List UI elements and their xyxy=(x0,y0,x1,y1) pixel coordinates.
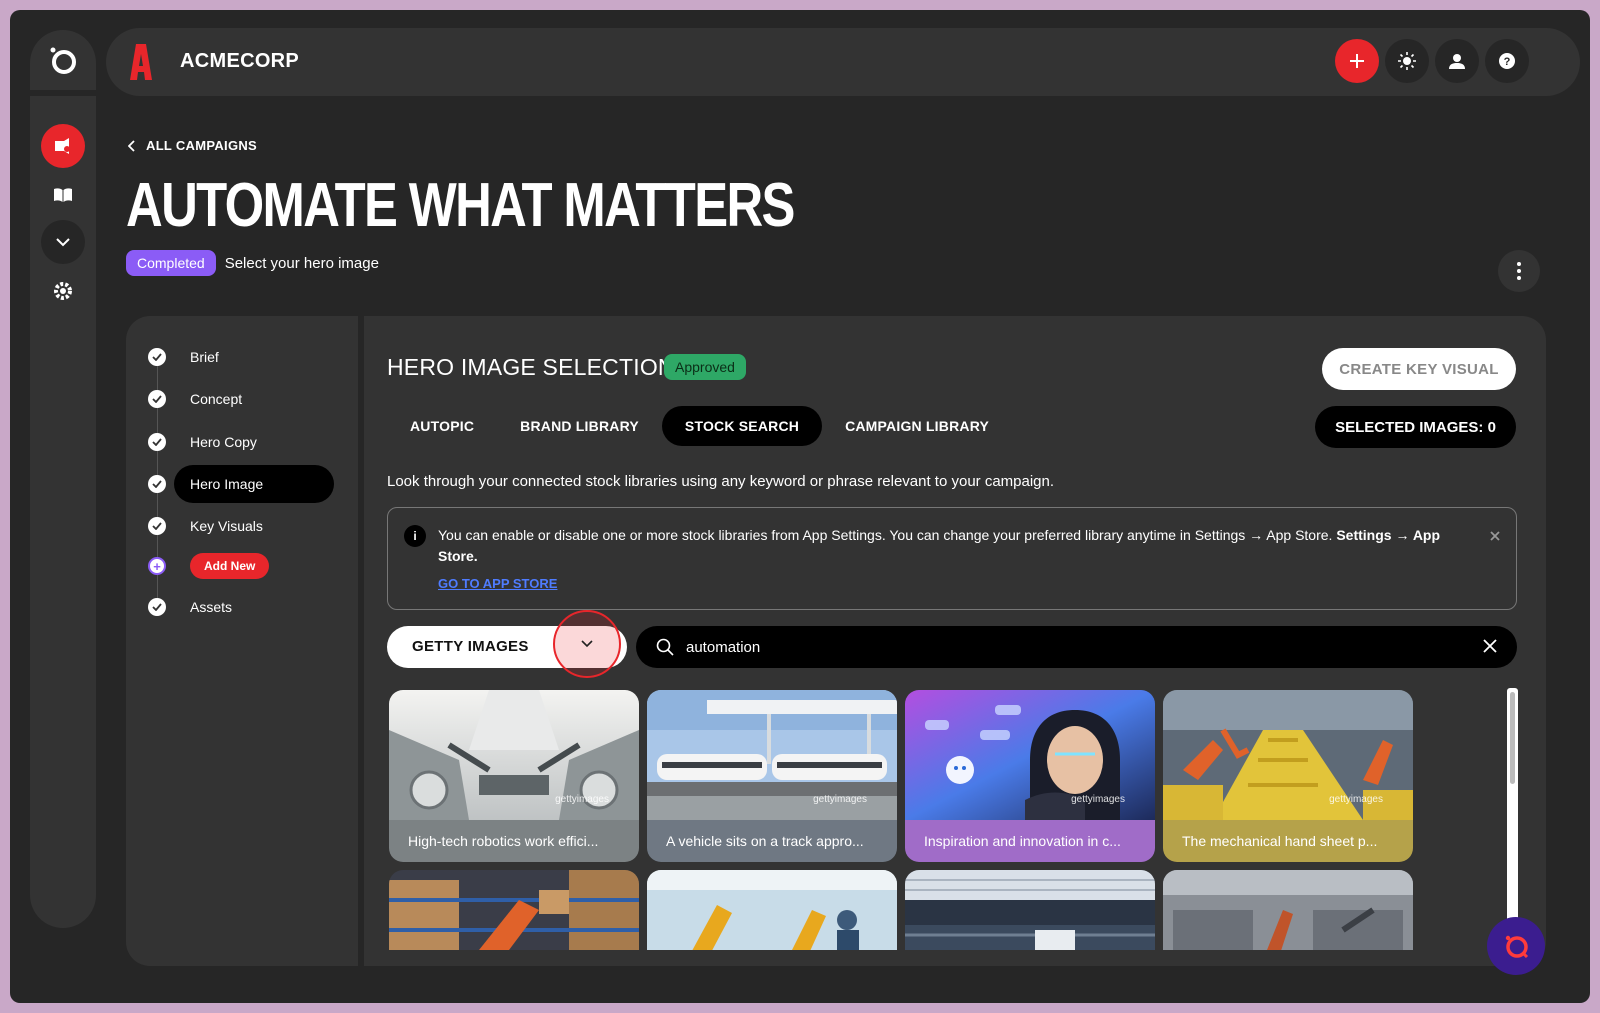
step-concept[interactable]: Concept xyxy=(148,381,242,417)
chevron-left-icon xyxy=(128,139,135,152)
result-caption: A vehicle sits on a track appro... xyxy=(647,820,897,862)
result-card[interactable]: A vehicle sits on a track appro... getty… xyxy=(647,690,897,862)
result-card[interactable] xyxy=(647,870,897,950)
check-icon xyxy=(148,598,166,616)
left-rail xyxy=(30,30,96,928)
check-icon xyxy=(148,517,166,535)
step-label: Hero Image xyxy=(190,476,264,492)
tab-autopic[interactable]: AUTOPIC xyxy=(387,406,497,446)
result-image xyxy=(905,870,1155,950)
search-icon xyxy=(656,638,674,656)
getty-watermark: gettyimages xyxy=(1329,794,1383,805)
getty-watermark: gettyimages xyxy=(555,794,609,805)
info-text: You can enable or disable one or more st… xyxy=(438,525,1478,567)
result-card[interactable] xyxy=(389,870,639,950)
step-label: Assets xyxy=(190,599,233,615)
back-link-label: ALL CAMPAIGNS xyxy=(146,138,258,153)
status-row: Completed Select your hero image xyxy=(126,250,379,276)
go-to-app-store-link[interactable]: GO TO APP STORE xyxy=(438,576,557,591)
section-title: HERO IMAGE SELECTION xyxy=(387,354,675,380)
result-card[interactable]: High-tech robotics work effici... gettyi… xyxy=(389,690,639,862)
getty-watermark: gettyimages xyxy=(1071,794,1125,805)
result-caption: High-tech robotics work effici... xyxy=(389,820,639,862)
page-title: AUTOMATE WHAT MATTERS xyxy=(126,171,795,240)
result-caption: Inspiration and innovation in c... xyxy=(905,820,1155,862)
info-text-main: You can enable or disable one or more st… xyxy=(438,527,1337,543)
settings-gear-icon[interactable] xyxy=(41,269,85,313)
top-bar: ACMECORP ? xyxy=(106,28,1580,96)
result-card[interactable]: The mechanical hand sheet p... gettyimag… xyxy=(1163,690,1413,862)
back-to-campaigns-link[interactable]: ALL CAMPAIGNS xyxy=(128,138,257,153)
check-icon xyxy=(148,475,166,493)
status-text: Select your hero image xyxy=(224,254,379,272)
clear-search-close-icon[interactable] xyxy=(1483,639,1497,653)
step-label: Hero Copy xyxy=(190,434,257,450)
status-badge: Completed xyxy=(126,250,216,276)
assistant-chat-icon[interactable] xyxy=(1487,917,1545,975)
campaigns-nav-icon[interactable] xyxy=(41,124,85,168)
step-hero-image[interactable]: Hero Image xyxy=(148,465,348,503)
chevron-down-icon[interactable] xyxy=(553,610,621,678)
add-new-button[interactable]: Add New xyxy=(190,553,270,579)
hero-image-panel: HERO IMAGE SELECTION Approved CREATE KEY… xyxy=(364,316,1546,966)
help-question-icon[interactable]: ? xyxy=(1485,39,1529,83)
result-card[interactable]: Inspiration and innovation in c... getty… xyxy=(905,690,1155,862)
add-plus-icon[interactable] xyxy=(1335,39,1379,83)
step-label: Key Visuals xyxy=(190,518,263,534)
stock-search-description: Look through your connected stock librar… xyxy=(387,473,1055,490)
step-assets[interactable]: Assets xyxy=(148,589,232,625)
close-icon[interactable] xyxy=(1490,528,1500,546)
result-image xyxy=(389,870,639,950)
tab-stock-search[interactable]: STOCK SEARCH xyxy=(661,406,823,446)
check-icon xyxy=(148,433,166,451)
step-hero-copy[interactable]: Hero Copy xyxy=(148,424,257,460)
check-icon xyxy=(148,390,166,408)
brand-logo-icon xyxy=(130,44,152,80)
app-logo-icon[interactable] xyxy=(30,30,96,96)
result-card[interactable] xyxy=(905,870,1155,950)
app-window: ACMECORP ? ALL CAMPAIGNS AUTOMATE WHAT M… xyxy=(10,10,1590,1003)
brand-name: ACMECORP xyxy=(180,50,300,72)
svg-text:?: ? xyxy=(1504,56,1511,68)
step-key-visuals[interactable]: Key Visuals xyxy=(148,508,263,544)
result-image xyxy=(647,870,897,950)
info-banner: i You can enable or disable one or more … xyxy=(387,507,1517,610)
stock-search-box xyxy=(636,626,1517,668)
step-add-new[interactable]: + Add New xyxy=(148,548,270,584)
step-label: Brief xyxy=(190,349,219,365)
result-image xyxy=(1163,870,1413,950)
result-card[interactable] xyxy=(1163,870,1413,950)
more-options-kebab-icon[interactable] xyxy=(1498,250,1540,292)
stock-source-value: GETTY IMAGES xyxy=(412,638,529,655)
create-key-visual-button[interactable]: CREATE KEY VISUAL xyxy=(1322,348,1516,390)
approved-badge: Approved xyxy=(664,354,746,380)
library-nav-icon[interactable] xyxy=(41,173,85,217)
tab-brand-library[interactable]: BRAND LIBRARY xyxy=(497,406,662,446)
search-input[interactable] xyxy=(686,634,1446,660)
step-brief[interactable]: Brief xyxy=(148,339,219,375)
source-tabs: AUTOPIC BRAND LIBRARY STOCK SEARCH CAMPA… xyxy=(387,406,1012,446)
selected-images-button[interactable]: SELECTED IMAGES: 0 xyxy=(1315,406,1516,448)
stock-source-select[interactable]: GETTY IMAGES xyxy=(387,610,627,678)
steps-panel: Brief Concept Hero Copy Hero Image Key V… xyxy=(126,316,358,966)
expand-nav-chevron-down-icon[interactable] xyxy=(41,220,85,264)
getty-watermark: gettyimages xyxy=(813,794,867,805)
scrollbar-thumb[interactable] xyxy=(1510,692,1515,784)
tab-campaign-library[interactable]: CAMPAIGN LIBRARY xyxy=(822,406,1012,446)
add-plus-icon: + xyxy=(148,557,166,575)
user-profile-icon[interactable] xyxy=(1435,39,1479,83)
info-icon: i xyxy=(404,525,426,547)
results-grid: High-tech robotics work effici... gettyi… xyxy=(389,690,1429,950)
result-caption: The mechanical hand sheet p... xyxy=(1163,820,1413,862)
step-label: Concept xyxy=(190,391,243,407)
check-icon xyxy=(148,348,166,366)
theme-sun-icon[interactable] xyxy=(1385,39,1429,83)
